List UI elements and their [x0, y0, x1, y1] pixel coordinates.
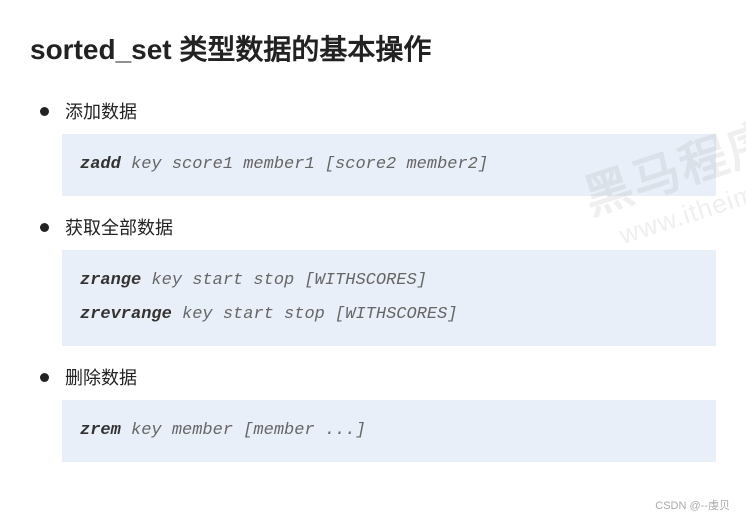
code-line: zadd key score1 member1 [score2 member2] [80, 148, 698, 182]
code-cmd: zrem [80, 421, 121, 440]
code-block: zadd key score1 member1 [score2 member2] [62, 134, 716, 196]
section-header: 获取全部数据 [30, 214, 716, 240]
section-header: 删除数据 [30, 364, 716, 390]
section-get: 获取全部数据 zrange key start stop [WITHSCORES… [30, 214, 716, 346]
footer-credit: CSDN @--虔贝 [655, 497, 730, 513]
code-args: key start stop [WITHSCORES] [141, 271, 427, 290]
code-block: zrem key member [member ...] [62, 400, 716, 462]
code-args: key member [member ...] [121, 421, 366, 440]
page-title: sorted_set 类型数据的基本操作 [30, 28, 716, 68]
section-remove: 删除数据 zrem key member [member ...] [30, 364, 716, 462]
code-args: key start stop [WITHSCORES] [172, 305, 458, 324]
section-add: 添加数据 zadd key score1 member1 [score2 mem… [30, 98, 716, 196]
code-line: zrevrange key start stop [WITHSCORES] [80, 298, 698, 332]
bullet-icon [40, 223, 49, 232]
code-line: zrem key member [member ...] [80, 414, 698, 448]
bullet-icon [40, 373, 49, 382]
bullet-icon [40, 107, 49, 116]
code-cmd: zrange [80, 271, 141, 290]
code-line: zrange key start stop [WITHSCORES] [80, 264, 698, 298]
code-cmd: zadd [80, 155, 121, 174]
section-label: 添加数据 [65, 98, 137, 124]
section-label: 删除数据 [65, 364, 137, 390]
code-block: zrange key start stop [WITHSCORES] zrevr… [62, 250, 716, 346]
code-cmd: zrevrange [80, 305, 172, 324]
code-args: key score1 member1 [score2 member2] [121, 155, 488, 174]
section-label: 获取全部数据 [65, 214, 173, 240]
section-header: 添加数据 [30, 98, 716, 124]
